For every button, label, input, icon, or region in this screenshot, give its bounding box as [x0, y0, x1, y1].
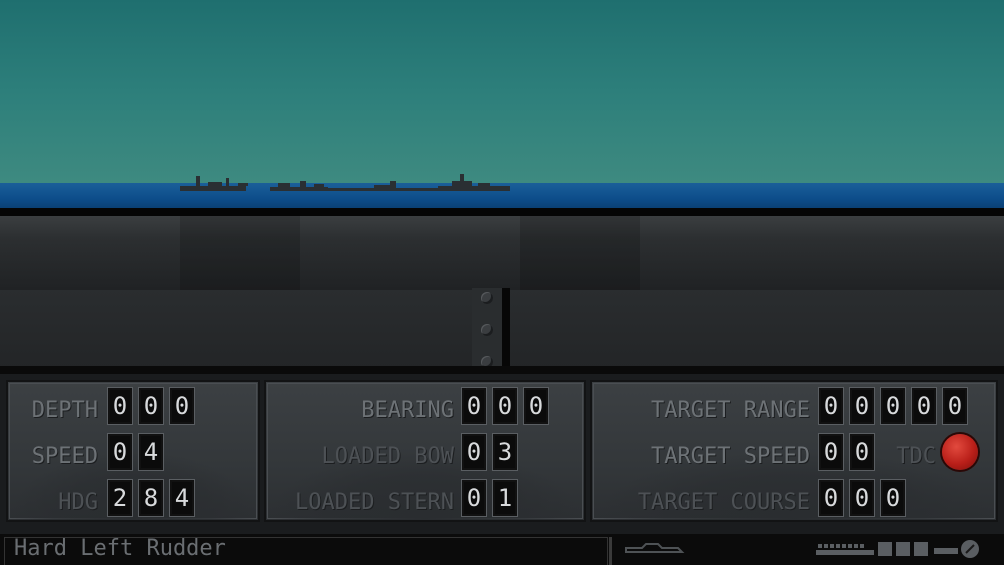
submarine-icon — [625, 543, 685, 553]
hull-shade — [520, 216, 640, 290]
loaded-stern-digit: 1 — [492, 479, 518, 517]
torpedo-indicator-icon — [816, 542, 958, 556]
status-icons — [625, 540, 979, 558]
speed-digit: 0 — [107, 433, 133, 471]
enemy-convoy — [180, 174, 510, 191]
target-range-digit: 0 — [849, 387, 875, 425]
tdc-label: TDC — [896, 444, 936, 469]
hull-shade — [180, 216, 300, 290]
mast-divider — [502, 288, 510, 368]
target-range-digit: 0 — [942, 387, 968, 425]
target-course-digit: 0 — [818, 479, 844, 517]
bearing-digit: 0 — [523, 387, 549, 425]
horizon-frame — [0, 208, 1004, 216]
heading-digit: 2 — [107, 479, 133, 517]
compass-icon — [961, 540, 979, 558]
game-screen: DEPTH 0 0 0 SPEED 0 4 HDG 2 8 4 BEARING … — [0, 0, 1004, 565]
target-course-digit: 0 — [880, 479, 906, 517]
bearing-label: BEARING — [361, 398, 454, 423]
sky — [0, 0, 1004, 183]
depth-digit: 0 — [138, 387, 164, 425]
panel-edge — [0, 366, 1004, 374]
target-range-label: TARGET RANGE — [651, 398, 810, 423]
speed-label: SPEED — [31, 444, 98, 469]
target-speed-label: TARGET SPEED — [651, 444, 810, 469]
depth-digit: 0 — [169, 387, 195, 425]
target-speed-digit: 0 — [818, 433, 844, 471]
bearing-digit: 0 — [461, 387, 487, 425]
depth-digit: 0 — [107, 387, 133, 425]
target-range-digit: 0 — [880, 387, 906, 425]
speed-digit: 4 — [138, 433, 164, 471]
target-range-digit: 0 — [818, 387, 844, 425]
target-course-label: TARGET COURSE — [637, 490, 810, 515]
target-range-digit: 0 — [911, 387, 937, 425]
bearing-digit: 0 — [492, 387, 518, 425]
loaded-bow-digit: 0 — [461, 433, 487, 471]
depth-label: DEPTH — [31, 398, 98, 423]
heading-label: HDG — [58, 490, 98, 515]
heading-digit: 8 — [138, 479, 164, 517]
status-divider — [609, 537, 612, 565]
heading-digit: 4 — [169, 479, 195, 517]
tdc-fire-button[interactable] — [942, 434, 978, 470]
target-speed-digit: 0 — [849, 433, 875, 471]
loaded-bow-digit: 3 — [492, 433, 518, 471]
rivet-icon — [481, 324, 493, 336]
status-message: Hard Left Rudder — [14, 536, 226, 561]
target-course-digit: 0 — [849, 479, 875, 517]
rivet-icon — [481, 292, 493, 304]
loaded-stern-digit: 0 — [461, 479, 487, 517]
ship-silhouettes — [180, 174, 510, 191]
loaded-bow-label: LOADED BOW — [321, 444, 454, 469]
loaded-stern-label: LOADED STERN — [295, 490, 454, 515]
hull-plate-upper — [0, 216, 1004, 290]
